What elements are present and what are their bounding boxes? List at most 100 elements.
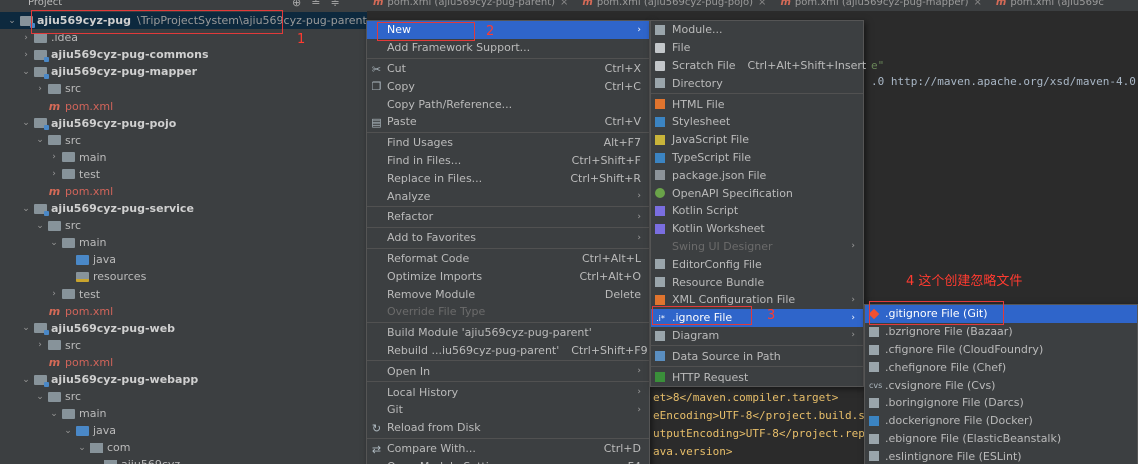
tree-item[interactable]: › test bbox=[0, 286, 367, 303]
expand-icon[interactable]: ≑ bbox=[330, 0, 339, 9]
ignore-item-bzrignore-file-bazaar[interactable]: .bzrignore File (Bazaar) bbox=[865, 323, 1137, 341]
project-panel-title[interactable]: Project bbox=[28, 0, 62, 8]
collapse-all-icon[interactable]: ≚ bbox=[311, 0, 320, 9]
menu-item-remove-module[interactable]: Remove Module Delete bbox=[367, 285, 649, 303]
ignore-item-gitignore-file-git[interactable]: .gitignore File (Git) bbox=[865, 305, 1137, 323]
ignore-item-cvsignore-file-cvs[interactable]: cvs .cvsignore File (Cvs) bbox=[865, 376, 1137, 394]
editor-tab[interactable]: m pom.xml (ajiu569c bbox=[990, 0, 1112, 8]
chevron-right-icon[interactable]: › bbox=[34, 84, 46, 94]
menu-item-analyze[interactable]: Analyze › bbox=[367, 187, 649, 205]
tree-item[interactable]: ⌄ java bbox=[0, 422, 367, 439]
tree-item[interactable]: ⌄ ajiu569cyz-pug-service bbox=[0, 200, 367, 217]
tree-item[interactable]: ⌄ src bbox=[0, 217, 367, 234]
ignore-item-dockerignore-file-docker[interactable]: .dockerignore File (Docker) bbox=[865, 412, 1137, 430]
tree-item[interactable]: ⌄ ajiu569cyz-pug-webapp bbox=[0, 371, 367, 388]
menu-item-optimize-imports[interactable]: Optimize Imports Ctrl+Alt+O bbox=[367, 267, 649, 285]
chevron-right-icon[interactable]: › bbox=[48, 152, 60, 162]
chevron-down-icon[interactable]: ⌄ bbox=[48, 238, 60, 248]
tree-item[interactable]: › src bbox=[0, 80, 367, 97]
new-item-scratch-file[interactable]: Scratch File Ctrl+Alt+Shift+Insert bbox=[651, 57, 866, 75]
chevron-right-icon[interactable]: › bbox=[48, 289, 60, 299]
menu-item-refactor[interactable]: Refactor › bbox=[367, 208, 649, 226]
new-item-resource-bundle[interactable]: Resource Bundle bbox=[651, 273, 863, 291]
close-icon[interactable]: × bbox=[758, 0, 766, 8]
menu-item-reformat-code[interactable]: Reformat Code Ctrl+Alt+L bbox=[367, 250, 649, 268]
ignore-item-eslintignore-file-eslint[interactable]: .eslintignore File (ESLint) bbox=[865, 447, 1137, 464]
ignore-item-boringignore-file-darcs[interactable]: .boringignore File (Darcs) bbox=[865, 394, 1137, 412]
menu-item-copy[interactable]: ❐ Copy Ctrl+C bbox=[367, 77, 649, 95]
menu-item-open-in[interactable]: Open In › bbox=[367, 362, 649, 380]
menu-item-reload-from-disk[interactable]: ↻ Reload from Disk bbox=[367, 419, 649, 437]
tree-item[interactable]: ⌄ ajiu569cyz-pug-mapper bbox=[0, 63, 367, 80]
chevron-right-icon[interactable]: › bbox=[34, 340, 46, 350]
tree-item[interactable]: ⌄ ajiu569cyz-pug-pojo bbox=[0, 115, 367, 132]
ignore-item-cfignore-file-cloudfoundry[interactable]: .cfignore File (CloudFoundry) bbox=[865, 341, 1137, 359]
tree-item[interactable]: m pom.xml bbox=[0, 303, 367, 320]
chevron-down-icon[interactable]: ⌄ bbox=[20, 375, 32, 385]
tree-item[interactable]: ⌄ src bbox=[0, 388, 367, 405]
tree-item[interactable]: ⌄ main bbox=[0, 234, 367, 251]
chevron-down-icon[interactable]: ⌄ bbox=[20, 323, 32, 333]
tree-item[interactable]: › ajiu569cyz-pug-commons bbox=[0, 46, 367, 63]
chevron-down-icon[interactable]: ⌄ bbox=[90, 460, 102, 464]
new-item-ignore-file[interactable]: .i* .ignore File › bbox=[651, 308, 863, 327]
chevron-down-icon[interactable]: ⌄ bbox=[20, 67, 32, 77]
new-item-module[interactable]: Module... bbox=[651, 21, 863, 39]
tree-item[interactable]: m pom.xml bbox=[0, 183, 367, 200]
new-item-javascript-file[interactable]: JavaScript File bbox=[651, 131, 863, 149]
menu-item-paste[interactable]: ▤ Paste Ctrl+V bbox=[367, 113, 649, 131]
tree-item[interactable]: › test bbox=[0, 166, 367, 183]
tree-item[interactable]: ⌄ src bbox=[0, 132, 367, 149]
menu-item-compare-with[interactable]: ⇄ Compare With... Ctrl+D bbox=[367, 440, 649, 458]
chevron-down-icon[interactable]: ⌄ bbox=[62, 426, 74, 436]
menu-item-copy-path-reference[interactable]: Copy Path/Reference... bbox=[367, 95, 649, 113]
chevron-down-icon[interactable]: ⌄ bbox=[6, 16, 18, 26]
menu-item-build-module-ajiu569cyz-pug-parent[interactable]: Build Module 'ajiu569cyz-pug-parent' bbox=[367, 324, 649, 342]
menu-item-new[interactable]: New › bbox=[367, 21, 649, 39]
new-item-typescript-file[interactable]: TypeScript File bbox=[651, 149, 863, 167]
tree-item[interactable]: ⌄ ajiu569cyz-pug-web bbox=[0, 320, 367, 337]
editor-tab[interactable]: m pom.xml (ajiu569cyz-pug-parent) × bbox=[367, 0, 576, 8]
chevron-down-icon[interactable]: ⌄ bbox=[34, 221, 46, 231]
chevron-down-icon[interactable]: ⌄ bbox=[34, 392, 46, 402]
tree-item[interactable]: ⌄ main bbox=[0, 405, 367, 422]
new-item-kotlin-script[interactable]: Kotlin Script bbox=[651, 202, 863, 220]
tree-item[interactable]: ⌄ com bbox=[0, 439, 367, 456]
close-icon[interactable]: × bbox=[974, 0, 982, 8]
tree-item[interactable]: ⌄ ajiu569cyz bbox=[0, 456, 367, 464]
menu-item-find-in-files[interactable]: Find in Files... Ctrl+Shift+F bbox=[367, 152, 649, 170]
new-item-file[interactable]: File bbox=[651, 39, 863, 57]
tree-item[interactable]: m pom.xml bbox=[0, 354, 367, 371]
locate-icon[interactable]: ⊕ bbox=[292, 0, 301, 9]
tree-item[interactable]: resources bbox=[0, 268, 367, 285]
menu-item-add-to-favorites[interactable]: Add to Favorites › bbox=[367, 229, 649, 247]
new-item-directory[interactable]: Directory bbox=[651, 74, 863, 92]
menu-item-cut[interactable]: ✂ Cut Ctrl+X bbox=[367, 60, 649, 78]
new-item-data-source-in-path[interactable]: Data Source in Path bbox=[651, 347, 863, 365]
menu-item-git[interactable]: Git › bbox=[367, 401, 649, 419]
tree-item[interactable]: ⌄ ajiu569cyz-pug \TripProjectSystem\ajiu56… bbox=[0, 12, 367, 30]
new-item-openapi-specification[interactable]: OpenAPI Specification bbox=[651, 184, 863, 202]
new-item-editorconfig-file[interactable]: EditorConfig File bbox=[651, 255, 863, 273]
new-item-diagram[interactable]: Diagram › bbox=[651, 327, 863, 345]
chevron-right-icon[interactable]: › bbox=[20, 33, 32, 43]
ignore-item-chefignore-file-chef[interactable]: .chefignore File (Chef) bbox=[865, 358, 1137, 376]
chevron-right-icon[interactable]: › bbox=[20, 50, 32, 60]
new-item-kotlin-worksheet[interactable]: Kotlin Worksheet bbox=[651, 220, 863, 238]
new-item-html-file[interactable]: HTML File bbox=[651, 95, 863, 113]
new-item-xml-configuration-file[interactable]: XML Configuration File › bbox=[651, 291, 863, 309]
chevron-right-icon[interactable]: › bbox=[48, 169, 60, 179]
menu-item-rebuild-iu569cyz-pug-parent[interactable]: Rebuild ...iu569cyz-pug-parent' Ctrl+Shif… bbox=[367, 342, 649, 360]
menu-item-find-usages[interactable]: Find Usages Alt+F7 bbox=[367, 134, 649, 152]
ignore-item-ebignore-file-elasticbeanstalk[interactable]: .ebignore File (ElasticBeanstalk) bbox=[865, 430, 1137, 448]
editor-tab[interactable]: m pom.xml (ajiu569cyz-pug-mapper) × bbox=[774, 0, 989, 8]
chevron-down-icon[interactable]: ⌄ bbox=[48, 409, 60, 419]
close-icon[interactable]: × bbox=[560, 0, 568, 8]
chevron-down-icon[interactable]: ⌄ bbox=[76, 443, 88, 453]
chevron-down-icon[interactable]: ⌄ bbox=[20, 204, 32, 214]
tree-item[interactable]: › main bbox=[0, 149, 367, 166]
menu-item-replace-in-files[interactable]: Replace in Files... Ctrl+Shift+R bbox=[367, 169, 649, 187]
tree-item[interactable]: › src bbox=[0, 337, 367, 354]
new-item-stylesheet[interactable]: Stylesheet bbox=[651, 113, 863, 131]
menu-item-open-module-settings[interactable]: Open Module Settings F4 bbox=[367, 457, 649, 464]
